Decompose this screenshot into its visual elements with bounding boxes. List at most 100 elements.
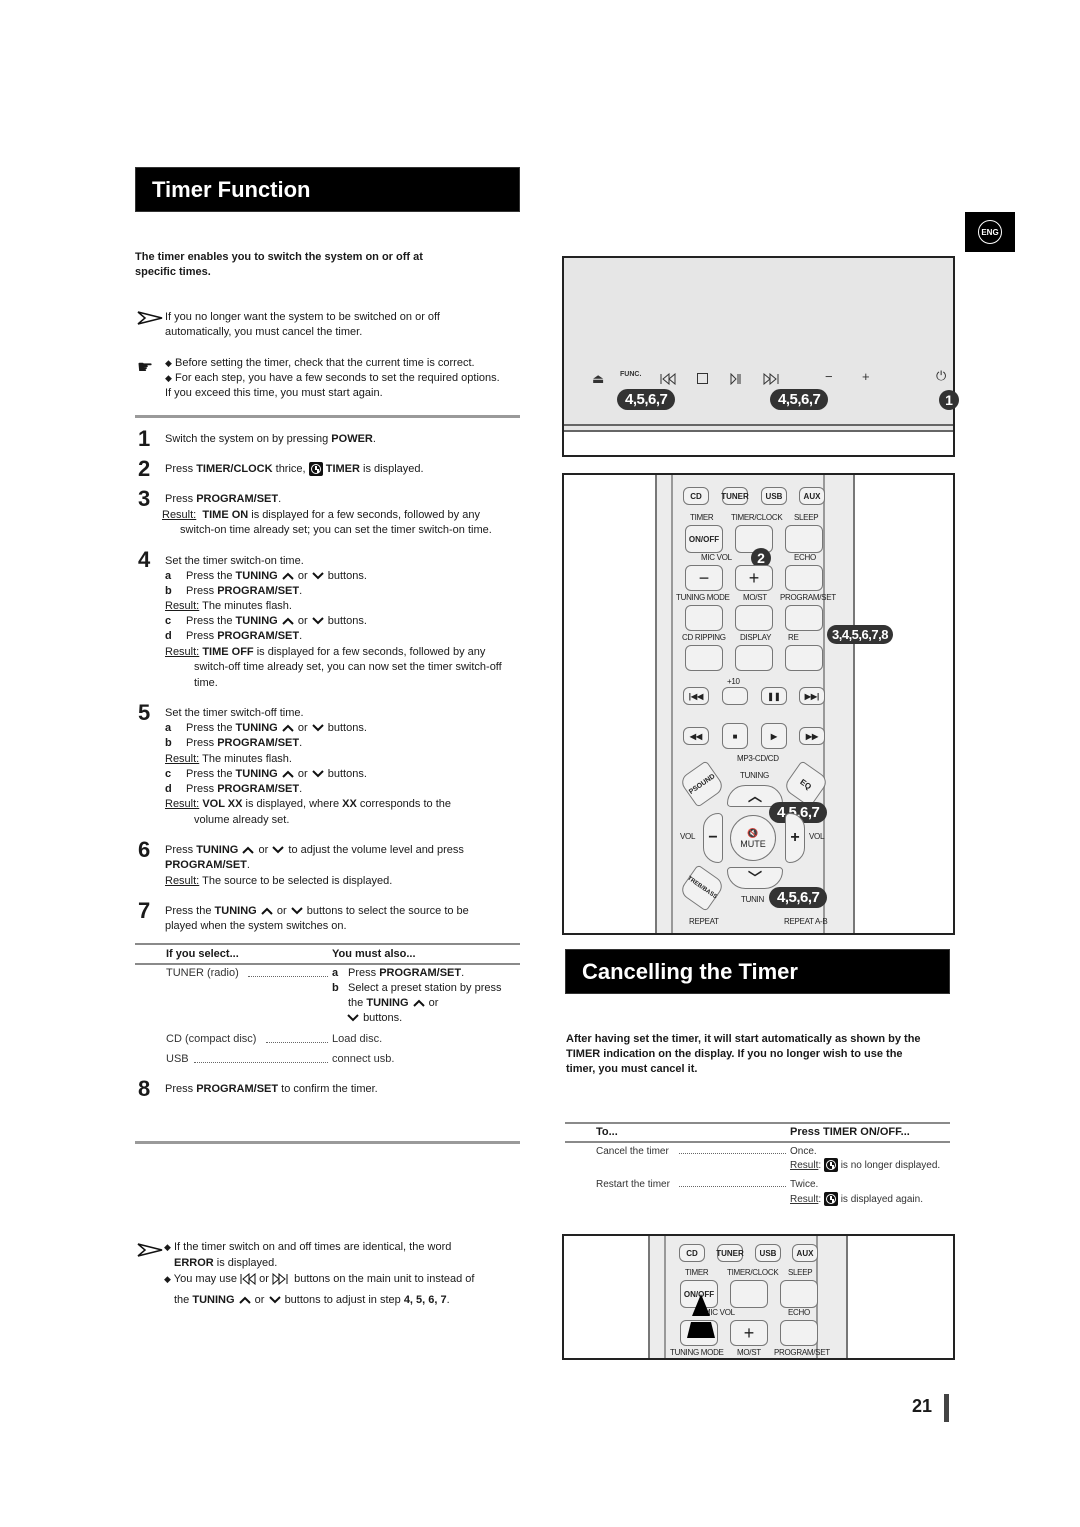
step-number: 8 <box>138 1076 151 1101</box>
remote-cd-ripping-button <box>685 645 723 671</box>
power-icon: ⏻ <box>936 368 947 383</box>
remote-label: REPEAT A-B <box>784 917 828 926</box>
skip-back-icon <box>240 1273 256 1286</box>
step-4-text: Set the timer switch-on time. <box>165 555 304 567</box>
remote-mute-button: 🔇 MUTE <box>730 815 776 861</box>
table-top-rule <box>565 1122 950 1124</box>
remote-label: TUNIN <box>741 895 764 904</box>
remote-next-button: ▶▶| <box>799 687 825 705</box>
remote-label: RE <box>788 633 799 642</box>
remote-timer-on-off-button: ON/OFF <box>685 525 723 553</box>
note-line: For each step, you have a few seconds to… <box>174 372 500 384</box>
step-5-result2-cont: volume already set. <box>194 814 290 826</box>
remote-ffwd-button: ▶▶ <box>799 727 825 745</box>
stop-icon <box>697 373 708 384</box>
step-4-result2-cont: switch-off time already set, you can now… <box>194 661 502 673</box>
tuning-down-icon <box>311 724 324 732</box>
table-cell-result: Result: is no longer displayed. <box>790 1158 941 1173</box>
divider <box>135 415 520 418</box>
step-5a: a Press the TUNING or buttons. <box>165 722 367 734</box>
skip-forward-icon <box>272 1273 288 1286</box>
timer-function-header: Timer Function <box>135 167 520 212</box>
bottom-note-line: the TUNING or buttons to adjust in step … <box>174 1294 450 1306</box>
leader-dots <box>248 976 328 977</box>
step-number: 5 <box>138 700 151 725</box>
tuning-down-icon <box>272 846 285 854</box>
remote-label: TUNING MODE <box>670 1348 724 1357</box>
tuning-up-icon <box>261 907 273 915</box>
remote-illustration: CD TUNER USB AUX TIMER TIMER/CLOCK SLEEP… <box>562 473 955 935</box>
step-callout: 4,5,6,7 <box>769 887 828 908</box>
remote-tuning-mode-button <box>685 605 723 631</box>
timer-clock-icon <box>308 462 323 477</box>
remote-label: MP3-CD/CD <box>737 754 779 763</box>
remote-rewind-button: ◀◀ <box>683 727 709 745</box>
table-cell-select: USB <box>166 1053 189 1065</box>
remote-label: MO/ST <box>737 1348 761 1357</box>
bottom-note-line: ◆ If the timer switch on and off times a… <box>164 1241 452 1253</box>
table-header-press: Press TIMER ON/OFF... <box>790 1126 910 1138</box>
step-callout: 3,4,5,6,7,8 <box>827 625 893 644</box>
remote-timer-clock-button <box>735 525 773 553</box>
table-cell-to: Cancel the timer <box>596 1146 669 1157</box>
remote-label: TIMER <box>685 1268 709 1277</box>
remote-usb-button: USB <box>755 1244 781 1262</box>
divider <box>135 1141 520 1144</box>
skip-forward-icon <box>763 373 779 385</box>
step-number: 1 <box>138 426 151 451</box>
remote-cd-button: CD <box>679 1244 705 1262</box>
step-7-text-cont: played when the system switches on. <box>165 920 347 932</box>
page-number: 21 <box>912 1396 933 1416</box>
intro-line: TIMER indication on the display. If you … <box>566 1048 903 1060</box>
remote-label: +10 <box>727 677 740 686</box>
remote-label: PROGRAM/SET <box>774 1348 830 1357</box>
remote-vol-down-button: − <box>703 813 723 863</box>
remote-sleep-button <box>785 525 823 553</box>
table-header-rule <box>565 1141 950 1143</box>
language-badge: ENG <box>965 212 1015 252</box>
step-callout: 1 <box>939 390 959 410</box>
language-badge-text: ENG <box>978 220 1002 244</box>
timer-function-title: Timer Function <box>152 176 311 202</box>
arrow-note-icon <box>137 1243 163 1257</box>
table-cell-to: Restart the timer <box>596 1179 670 1190</box>
remote-display-button <box>735 645 773 671</box>
step-callout: 4,5,6,7 <box>617 389 676 410</box>
remote-edge <box>671 475 673 933</box>
table-header-must: You must also... <box>332 948 416 960</box>
tuning-down-icon <box>268 1296 281 1304</box>
remote-tuner-button: TUNER <box>716 1244 744 1262</box>
remote-label: DISPLAY <box>740 633 772 642</box>
remote-program-set-button <box>785 605 823 631</box>
table-cell-action: buttons. <box>346 1011 402 1026</box>
tuning-up-icon <box>238 1296 251 1304</box>
step-5d: d Press PROGRAM/SET. <box>165 783 303 795</box>
timer-clock-icon <box>823 1158 838 1173</box>
step-4d: d Press PROGRAM/SET. <box>165 630 303 642</box>
step-3-result-cont: switch-on time already set; you can set … <box>180 524 492 536</box>
volume-up-icon: + <box>862 369 870 384</box>
step-5-result1: Result: The minutes flash. <box>165 753 292 765</box>
remote-echo-button <box>785 565 823 591</box>
table-top-rule <box>135 943 520 945</box>
remote-tuner-button: TUNER <box>721 487 749 505</box>
remote-timer-clock-button <box>730 1280 768 1308</box>
timer-intro: The timer enables you to switch the syst… <box>135 250 520 280</box>
play-pause-icon <box>730 373 741 385</box>
eject-icon: ⏏ <box>592 371 605 386</box>
arrow-note: If you no longer want the system to be s… <box>165 310 440 340</box>
table-header-to: To... <box>596 1126 618 1138</box>
remote-echo-button <box>780 1320 818 1346</box>
remote-label: MO/ST <box>743 593 767 602</box>
remote-mic-vol-down-button: − <box>685 565 723 591</box>
table-cell-action: connect usb. <box>332 1053 395 1065</box>
remote-tuning-down-button: ﹀ <box>727 867 783 889</box>
remote-label: SLEEP <box>788 1268 813 1277</box>
remote-label: ECHO <box>794 553 816 562</box>
remote-label: TUNING MODE <box>676 593 730 602</box>
page-marker <box>944 1394 949 1422</box>
step-number: 6 <box>138 837 151 862</box>
intro-line: The timer enables you to switch the syst… <box>135 251 423 263</box>
step-3-result: Result: TIME ON is displayed for a few s… <box>162 509 480 521</box>
remote-label: VOL <box>809 832 825 841</box>
